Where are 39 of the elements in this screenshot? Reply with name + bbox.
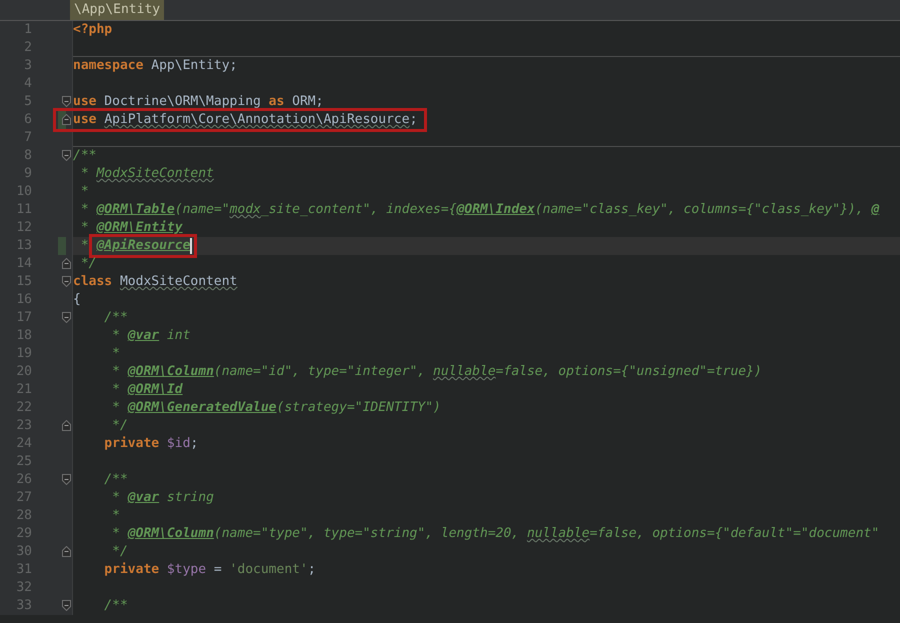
fold-marker-icon[interactable] (62, 96, 71, 107)
fold-marker-icon[interactable] (62, 150, 71, 161)
code-line: use Doctrine\ORM\Mapping as ORM; (73, 94, 324, 109)
code-line: * ModxSiteContent (80, 166, 214, 181)
code-line: use ApiPlatform\Core\Annotation\ApiResource; (73, 112, 418, 127)
code-line: <?php (73, 22, 112, 37)
code-line: */ (80, 256, 96, 271)
fold-marker-icon[interactable] (62, 276, 71, 287)
fold-marker-icon[interactable] (62, 546, 71, 557)
fold-marker-icon[interactable] (62, 114, 71, 125)
code-line: * @ORM\Table(name="modx_site_content", indexes={@ORM\Index(name="class_key", columns={"class_key"}), @ (80, 202, 880, 217)
code-line: /** (103, 472, 128, 487)
code-line: private $id; (103, 436, 198, 451)
code-line: private $type = 'document'; (103, 562, 316, 577)
code-line: * (111, 346, 120, 361)
code-line: namespace App\Entity; (73, 58, 238, 73)
code-line: * @ORM\Column(name="id", type="integer", nullable=false, options={"unsigned"=true}) (111, 364, 762, 379)
code-line: */ (111, 544, 128, 559)
code-line: */ (111, 418, 128, 433)
fold-marker-icon[interactable] (62, 420, 71, 431)
code-line: /** (103, 310, 128, 325)
code-line: * @ORM\Id (111, 382, 183, 397)
code-line: * (80, 184, 89, 199)
code-line: * (111, 508, 120, 523)
code-line: * @ORM\Entity (80, 220, 183, 235)
code-line: * @ApiResource (80, 238, 190, 253)
code-line: * @ORM\Column(name="type", type="string", length=20, nullable=false, options={"default"="document" (111, 526, 880, 541)
code-line: * @ORM\GeneratedValue(strategy="IDENTITY") (111, 400, 441, 415)
code-line: * @var int (111, 328, 190, 343)
fold-marker-icon[interactable] (62, 312, 71, 323)
code-line: /** (103, 598, 128, 613)
breadcrumb[interactable]: \App\Entity (70, 0, 164, 20)
code-line: class ModxSiteContent (73, 274, 238, 289)
fold-marker-icon[interactable] (62, 474, 71, 485)
code-line: /** (73, 148, 96, 163)
code-line: { (73, 292, 81, 307)
fold-marker-icon[interactable] (62, 258, 71, 269)
fold-marker-icon[interactable] (62, 600, 71, 611)
code-line: * @var string (111, 490, 214, 505)
